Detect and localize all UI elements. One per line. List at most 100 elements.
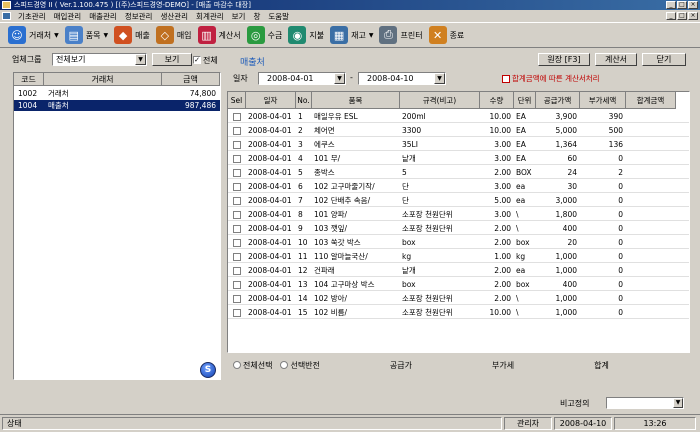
memo-select[interactable]: ▼ xyxy=(606,397,684,409)
row-select-checkbox[interactable] xyxy=(233,169,241,177)
cell-no: 7 xyxy=(298,196,303,205)
toolbar-button-payment[interactable]: ◉ 지불 xyxy=(288,24,324,46)
col-vat[interactable]: 부가세액 xyxy=(580,92,626,109)
sales-row[interactable]: 2008-04-01 10 103 쑥갓 박스 box 2.00 box 20 0 xyxy=(228,236,689,249)
sales-row[interactable]: 2008-04-01 12 건파래 낱개 2.00 ea 1,000 0 xyxy=(228,264,689,277)
menu-basic[interactable]: 기초관리 xyxy=(14,11,50,22)
date-from-field[interactable]: 2008-04-01 ▼ xyxy=(258,72,346,85)
col-amount[interactable]: 금액 xyxy=(162,73,220,86)
sales-icon: ◆ xyxy=(114,26,133,44)
invoice-button[interactable]: 계산서 xyxy=(595,53,637,66)
col-supply[interactable]: 공급가액 xyxy=(536,92,580,109)
customer-row[interactable]: 1002 거래처 74,800 xyxy=(14,88,220,99)
ledger-button[interactable]: 원장 [F3] xyxy=(538,53,590,66)
sales-row[interactable]: 2008-04-01 13 104 고구마상 박스 box 2.00 box 400 0 xyxy=(228,278,689,291)
menu-accounting[interactable]: 회계관리 xyxy=(192,11,228,22)
toolbar-button-collect[interactable]: ◎ 수금 xyxy=(246,24,282,46)
sales-row[interactable]: 2008-04-01 5 종박스 5 2.00 BOX 24 2 xyxy=(228,166,689,179)
close-window-button[interactable]: × xyxy=(688,1,698,9)
child-close-button[interactable]: × xyxy=(688,12,698,20)
sync-icon[interactable]: S xyxy=(200,362,216,378)
child-minimize-button[interactable]: _ xyxy=(666,12,676,20)
calendar-dropdown-icon[interactable]: ▼ xyxy=(334,73,345,84)
company-group-select[interactable]: 전체보기 ▼ xyxy=(52,53,147,66)
row-select-checkbox[interactable] xyxy=(233,281,241,289)
radio-icon[interactable] xyxy=(233,361,241,369)
menu-window[interactable]: 창 xyxy=(249,11,264,22)
col-date[interactable]: 일자 xyxy=(246,92,296,109)
col-sel[interactable]: Sel xyxy=(228,92,246,109)
sales-grid: Sel 일자 No. 품목 규격(비고) 수량 단위 공급가액 부가세액 합계금액 2008-04… xyxy=(227,91,690,353)
tax-option-checkbox[interactable]: 합계금액에 따른 계산서처리 xyxy=(502,73,600,84)
row-select-checkbox[interactable] xyxy=(233,239,241,247)
row-select-checkbox[interactable] xyxy=(233,211,241,219)
menu-info[interactable]: 정보관리 xyxy=(121,11,157,22)
row-select-checkbox[interactable] xyxy=(233,225,241,233)
toolbar-button-people[interactable]: ☺ 거래처 ▼ xyxy=(8,24,59,46)
col-qty[interactable]: 수량 xyxy=(480,92,514,109)
row-select-checkbox[interactable] xyxy=(233,267,241,275)
sales-row[interactable]: 2008-04-01 9 103 깻잎/소포장 천원단위 2.00 \ 400 0 xyxy=(228,222,689,235)
col-item[interactable]: 품목 xyxy=(312,92,400,109)
toolbar-button-purchase[interactable]: ◇ 매입 xyxy=(155,24,192,46)
toolbar-button-invoice[interactable]: ▥ 계산서 xyxy=(197,24,241,46)
toolbar-button-document[interactable]: ▤ 품목 ▼ xyxy=(64,24,108,46)
col-no[interactable]: No. xyxy=(296,92,312,109)
col-spec[interactable]: 규격(비고) xyxy=(400,92,480,109)
row-select-checkbox[interactable] xyxy=(233,309,241,317)
customer-code: 1004 xyxy=(18,101,38,110)
row-select-checkbox[interactable] xyxy=(233,183,241,191)
row-select-checkbox[interactable] xyxy=(233,127,241,135)
toolbar-button-exit[interactable]: ✕ 종료 xyxy=(428,24,464,46)
menu-purchase[interactable]: 매입관리 xyxy=(50,11,86,22)
view-button[interactable]: 보기 xyxy=(152,53,192,66)
dropdown-arrow-icon[interactable]: ▼ xyxy=(369,32,374,39)
sales-row[interactable]: 2008-04-01 4 101 무/낱개 3.00 EA 60 0 xyxy=(228,152,689,165)
all-checkbox[interactable]: ✓ 전체 xyxy=(193,54,218,66)
sales-row[interactable]: 2008-04-01 7 102 단배추 속음/단 5.00 ea 3,000 0 xyxy=(228,194,689,207)
minimize-button[interactable]: _ xyxy=(666,1,676,9)
dropdown-arrow-icon[interactable]: ▼ xyxy=(103,32,108,39)
row-select-checkbox[interactable] xyxy=(233,295,241,303)
menu-sales[interactable]: 매출관리 xyxy=(85,11,121,22)
check-icon[interactable]: ✓ xyxy=(193,56,201,64)
sales-row[interactable]: 2008-04-01 14 102 방아/소포장 천원단위 2.00 \ 1,000 0 xyxy=(228,292,689,305)
maximize-button[interactable]: □ xyxy=(677,1,687,9)
sales-row[interactable]: 2008-04-01 1 매일우유 ESL 200ml 10.00 EA 3,900 390 xyxy=(228,110,689,123)
sales-row[interactable]: 2008-04-01 8 101 양파/소포장 천원단위 3.00 \ 1,800 0 xyxy=(228,208,689,221)
date-to-field[interactable]: 2008-04-10 ▼ xyxy=(358,72,446,85)
status-time: 13:26 xyxy=(614,417,696,430)
row-select-checkbox[interactable] xyxy=(233,253,241,261)
row-select-checkbox[interactable] xyxy=(233,141,241,149)
invert-selection-radio[interactable]: 선택반전 xyxy=(280,360,320,371)
close-button[interactable]: 닫기 xyxy=(642,53,686,66)
col-total[interactable]: 합계금액 xyxy=(626,92,676,109)
row-select-checkbox[interactable] xyxy=(233,155,241,163)
sales-row[interactable]: 2008-04-01 3 에쿠스 35LI 3.00 EA 1,364 136 xyxy=(228,138,689,151)
customer-row[interactable]: 1004 매출처 987,486 xyxy=(14,100,220,111)
calendar-dropdown-icon[interactable]: ▼ xyxy=(434,73,445,84)
sales-row[interactable]: 2008-04-01 6 102 고구마줄기작/단 3.00 ea 30 0 xyxy=(228,180,689,193)
sales-row[interactable]: 2008-04-01 15 102 비름/소포장 천원단위 10.00 \ 1,000 0 xyxy=(228,306,689,319)
col-unit[interactable]: 단위 xyxy=(514,92,536,109)
menu-view[interactable]: 보기 xyxy=(228,11,250,22)
toolbar-button-sales[interactable]: ◆ 매출 xyxy=(114,24,150,46)
radio-icon[interactable] xyxy=(280,361,289,369)
checkbox-box[interactable] xyxy=(502,74,510,83)
menu-production[interactable]: 생산관리 xyxy=(156,11,192,22)
toolbar-button-inventory[interactable]: ▦ 재고 ▼ xyxy=(330,24,373,46)
row-select-checkbox[interactable] xyxy=(233,197,241,205)
row-select-checkbox[interactable] xyxy=(233,113,241,121)
chevron-down-icon[interactable]: ▼ xyxy=(673,398,683,408)
chevron-down-icon[interactable]: ▼ xyxy=(135,54,146,65)
dropdown-arrow-icon[interactable]: ▼ xyxy=(54,32,59,39)
sales-row[interactable]: 2008-04-01 11 110 알마늘국산/kg 1.00 kg 1,000 0 xyxy=(228,250,689,263)
sales-row[interactable]: 2008-04-01 2 체어면 3300 10.00 EA 5,000 500 xyxy=(228,124,689,137)
menu-help[interactable]: 도움말 xyxy=(264,11,293,22)
child-restore-button[interactable]: □ xyxy=(677,12,687,20)
toolbar-button-printer[interactable]: ⎙ 프린터 xyxy=(379,24,423,46)
select-all-radio[interactable]: 전체선택 xyxy=(233,360,272,371)
cell-no: 10 xyxy=(298,238,308,247)
col-code[interactable]: 코드 xyxy=(14,73,44,86)
col-customer[interactable]: 거래처 xyxy=(44,73,162,86)
